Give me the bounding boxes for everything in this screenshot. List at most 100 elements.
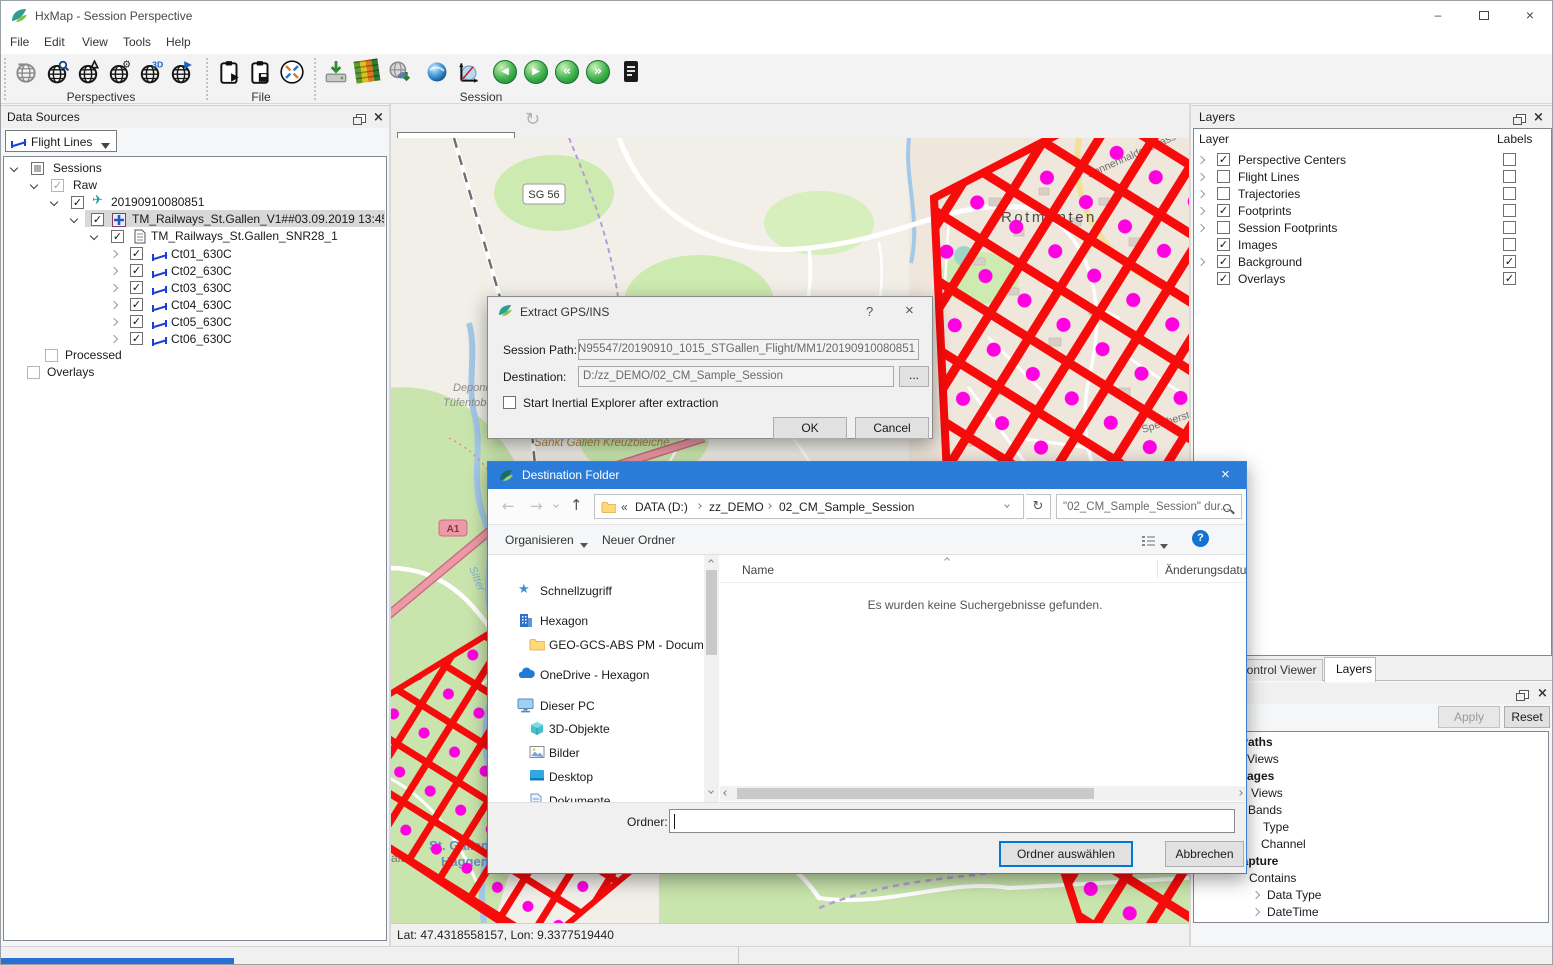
checkbox[interactable] xyxy=(45,349,58,362)
import-session-icon[interactable] xyxy=(323,59,349,88)
address-bar[interactable]: « DATA (D:) zz_DEMO 02_CM_Sample_Session xyxy=(594,494,1024,519)
sidebar-item-3d-objekte[interactable]: 3D-Objekte xyxy=(549,722,610,736)
sidebar-item-hexagon[interactable]: Hexagon xyxy=(540,614,588,628)
column-labels[interactable]: Labels xyxy=(1497,132,1532,146)
layer-footprints[interactable]: Footprints xyxy=(1238,204,1291,218)
tree-item-processed[interactable]: Processed xyxy=(65,348,122,362)
menu-file[interactable]: File xyxy=(10,35,29,49)
layer-background[interactable]: Background xyxy=(1238,255,1302,269)
checkbox[interactable] xyxy=(130,332,143,345)
breadcrumb-session[interactable]: 02_CM_Sample_Session xyxy=(779,500,914,514)
globe-play-icon[interactable] xyxy=(168,59,194,88)
scroll-up-icon[interactable] xyxy=(708,559,714,565)
checkbox[interactable] xyxy=(1217,187,1230,200)
help-icon[interactable]: ? xyxy=(866,304,873,319)
checkbox[interactable] xyxy=(130,298,143,311)
filter-item-views-2[interactable]: Views xyxy=(1251,786,1283,800)
close-button[interactable]: × xyxy=(1507,1,1553,31)
column-name[interactable]: Name xyxy=(742,563,774,577)
report-icon[interactable] xyxy=(619,59,643,88)
checkbox[interactable] xyxy=(130,281,143,294)
tab-layers[interactable]: Layers xyxy=(1324,657,1376,682)
scroll-down-icon[interactable] xyxy=(708,788,714,794)
checkbox[interactable] xyxy=(130,264,143,277)
history-dropdown-icon[interactable] xyxy=(553,502,559,508)
tree-item-ct04[interactable]: Ct04_630C xyxy=(171,298,232,312)
menu-edit[interactable]: Edit xyxy=(44,35,65,49)
tree-item-raw[interactable]: Raw xyxy=(73,178,97,192)
column-layer[interactable]: Layer xyxy=(1199,132,1229,146)
folder-name-input[interactable] xyxy=(669,809,1235,833)
checkbox[interactable] xyxy=(130,247,143,260)
back-icon[interactable]: ← xyxy=(502,497,515,515)
float-panel-icon[interactable] xyxy=(1519,690,1529,699)
breadcrumb-zzdemo[interactable]: zz_DEMO xyxy=(709,500,764,514)
checkbox[interactable] xyxy=(91,213,104,226)
apply-button[interactable]: Apply xyxy=(1438,706,1500,728)
float-panel-icon[interactable] xyxy=(356,114,366,123)
filelist-hscrollbar[interactable] xyxy=(720,786,1247,801)
close-icon[interactable]: × xyxy=(1221,466,1230,483)
axes-icon[interactable] xyxy=(457,59,483,88)
labels-checkbox[interactable] xyxy=(1503,221,1516,234)
filter-item-views[interactable]: Views xyxy=(1247,752,1279,766)
refresh-map-icon[interactable]: ↻ xyxy=(525,109,540,130)
search-box[interactable]: "02_CM_Sample_Session" dur... xyxy=(1056,494,1242,519)
labels-checkbox[interactable] xyxy=(1503,238,1516,251)
tree-item-sessions[interactable]: Sessions xyxy=(53,161,102,175)
tree-item-ct03[interactable]: Ct03_630C xyxy=(171,281,232,295)
checkbox[interactable] xyxy=(31,162,44,175)
select-folder-button[interactable]: Ordner auswählen xyxy=(999,841,1133,867)
cancel-button[interactable]: Abbrechen xyxy=(1165,841,1244,867)
reset-button[interactable]: Reset xyxy=(1504,706,1550,728)
splitter-left[interactable] xyxy=(389,104,391,946)
flight-lines-selector[interactable]: Flight Lines xyxy=(5,130,117,152)
breadcrumb-chevron-icon[interactable] xyxy=(696,503,702,509)
band-grid-icon[interactable] xyxy=(354,58,381,83)
paste-run-icon[interactable] xyxy=(217,59,243,88)
globe-3d-icon[interactable]: 3D xyxy=(137,59,163,88)
checkbox[interactable] xyxy=(111,230,124,243)
sidebar-item-dokumente[interactable]: Dokumente xyxy=(549,794,610,802)
sidebar-item-desktop[interactable]: Desktop xyxy=(549,770,593,784)
filter-item-contains[interactable]: Contains xyxy=(1249,871,1296,885)
layer-flight-lines[interactable]: Flight Lines xyxy=(1238,170,1299,184)
sphere-icon[interactable] xyxy=(425,60,449,87)
tree-item-ct06[interactable]: Ct06_630C xyxy=(171,332,232,346)
globe-search-icon[interactable] xyxy=(44,59,70,88)
ok-button[interactable]: OK xyxy=(773,417,847,439)
tree-item-tm-railways[interactable]: TM_Railways_St.Gallen_V1##03.09.2019 13:… xyxy=(132,212,384,226)
nav-prev-icon[interactable]: ◀ xyxy=(493,60,517,84)
float-panel-icon[interactable] xyxy=(1516,114,1526,123)
checkbox[interactable] xyxy=(1217,272,1230,285)
checkbox[interactable] xyxy=(71,196,84,209)
tree-item-session-id[interactable]: 20190910080851 xyxy=(111,195,204,209)
breadcrumb-chevron-icon[interactable] xyxy=(766,503,772,509)
address-dropdown-icon[interactable] xyxy=(1004,502,1010,508)
nav-next-icon[interactable]: ▶ xyxy=(524,60,548,84)
tree-item-overlays[interactable]: Overlays xyxy=(47,365,94,379)
maximize-button[interactable] xyxy=(1461,1,1507,31)
scrollbar-thumb[interactable] xyxy=(737,788,1094,799)
labels-checkbox[interactable] xyxy=(1503,255,1516,268)
help-icon[interactable]: ? xyxy=(1192,530,1209,547)
close-panel-icon[interactable]: × xyxy=(1537,688,1548,699)
search-icon[interactable] xyxy=(1223,504,1231,512)
labels-checkbox[interactable] xyxy=(1503,272,1516,285)
menu-tools[interactable]: Tools xyxy=(123,35,151,49)
destination-field[interactable]: D:/zz_DEMO/02_CM_Sample_Session xyxy=(578,366,894,387)
globe-settings-icon[interactable]: ⚙ xyxy=(106,59,132,88)
sidebar-item-onedrive[interactable]: OneDrive - Hexagon xyxy=(540,668,649,682)
checkbox[interactable] xyxy=(1217,170,1230,183)
globe-download-icon[interactable] xyxy=(387,59,413,88)
inertial-explorer-checkbox[interactable] xyxy=(503,396,516,409)
close-panel-icon[interactable]: × xyxy=(373,112,384,123)
sidebar-item-bilder[interactable]: Bilder xyxy=(549,746,580,760)
tree-item-ct02[interactable]: Ct02_630C xyxy=(171,264,232,278)
layer-images[interactable]: Images xyxy=(1238,238,1277,252)
session-path-field[interactable]: N95547/20190910_1015_STGallen_Flight/MM1… xyxy=(578,339,919,360)
new-folder-button[interactable]: Neuer Ordner xyxy=(602,533,675,547)
filter-item-datetime[interactable]: DateTime xyxy=(1267,905,1319,919)
fit-view-icon[interactable] xyxy=(279,59,305,88)
nav-last-icon[interactable]: » xyxy=(586,60,610,84)
